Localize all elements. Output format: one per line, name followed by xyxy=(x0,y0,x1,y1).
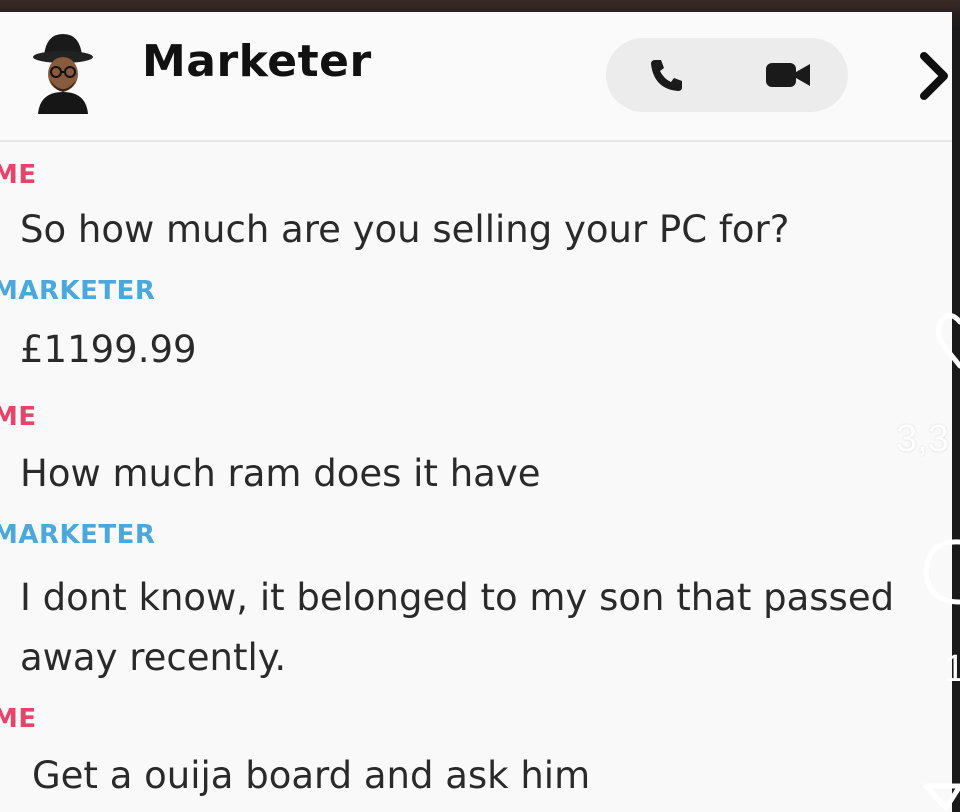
sender-label: ME xyxy=(0,160,37,190)
chat-title: Marketer xyxy=(142,36,372,87)
video-camera-icon xyxy=(766,63,810,87)
message-text-line: I dont know, it belonged to my son that … xyxy=(20,576,895,619)
sender-label: MARKETER xyxy=(0,276,156,306)
comment-bubble-icon[interactable] xyxy=(918,532,960,612)
message-text: How much ram does it have xyxy=(20,452,541,495)
like-count: 3,3 xyxy=(896,418,949,460)
message-text: So how much are you selling your PC for? xyxy=(20,208,790,251)
chat-header: Marketer xyxy=(0,12,952,142)
sender-label: MARKETER xyxy=(0,520,156,550)
chevron-right-icon xyxy=(920,52,948,100)
message-text-line: away recently. xyxy=(20,636,287,679)
message-text: Get a ouija board and ask him xyxy=(32,754,591,797)
message-text: £1199.99 xyxy=(20,328,197,371)
share-arrow-icon[interactable] xyxy=(920,780,960,812)
phone-icon xyxy=(651,60,682,91)
screenshot-frame: Marketer ME So how much are you selling … xyxy=(0,0,960,812)
voice-call-button[interactable] xyxy=(606,38,726,112)
sender-label: ME xyxy=(0,704,37,734)
chat-window: Marketer ME So how much are you selling … xyxy=(0,12,952,812)
sender-label: ME xyxy=(0,402,37,432)
video-call-button[interactable] xyxy=(728,38,848,112)
more-button[interactable] xyxy=(912,48,952,104)
call-controls xyxy=(606,38,848,112)
comment-count: 1 xyxy=(944,648,960,690)
bitmoji-avatar-icon[interactable] xyxy=(26,26,100,114)
like-heart-icon[interactable] xyxy=(920,300,960,380)
